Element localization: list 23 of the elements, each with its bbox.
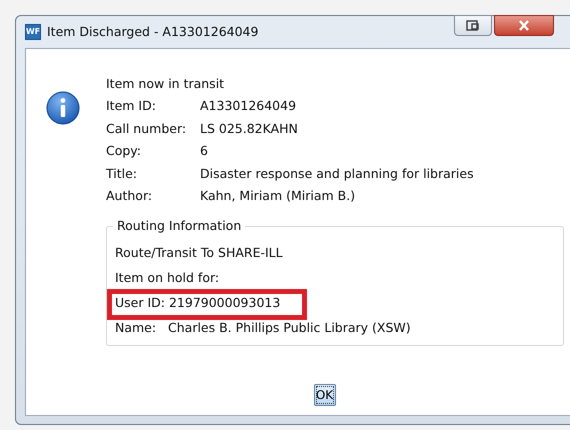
ok-button[interactable]: OK [314,384,336,406]
routing-line: Route/Transit To SHARE-ILL [115,244,283,262]
window-icon [466,20,480,32]
field-label: Item ID: [106,97,157,116]
field-value: Kahn, Miriam (Miriam B.) [200,187,356,206]
close-icon [518,20,530,32]
info-icon [46,91,80,125]
field-label: Title: [106,164,138,183]
field-value: Disaster response and planning for libraries [200,164,474,183]
restore-button[interactable] [454,15,492,36]
routing-line: Item on hold for: [115,269,220,288]
field-label: Call number: [106,120,188,138]
field-value: 6 [200,142,208,160]
field-value: A13301264049 [200,97,296,116]
close-button[interactable] [494,15,554,36]
routing-line: Name: Charles B. Phillips Public Library (XSW) [115,319,411,338]
field-value: LS 025.82KAHN [200,120,298,138]
field-label: Copy: [106,142,142,160]
field-label: Author: [106,187,154,206]
message-text: Item now in transit [106,74,224,93]
routing-line: User ID: 21979000093013 [115,294,280,312]
app-icon: WF [25,24,41,40]
window-title: Item Discharged - A13301264049 [47,22,258,41]
